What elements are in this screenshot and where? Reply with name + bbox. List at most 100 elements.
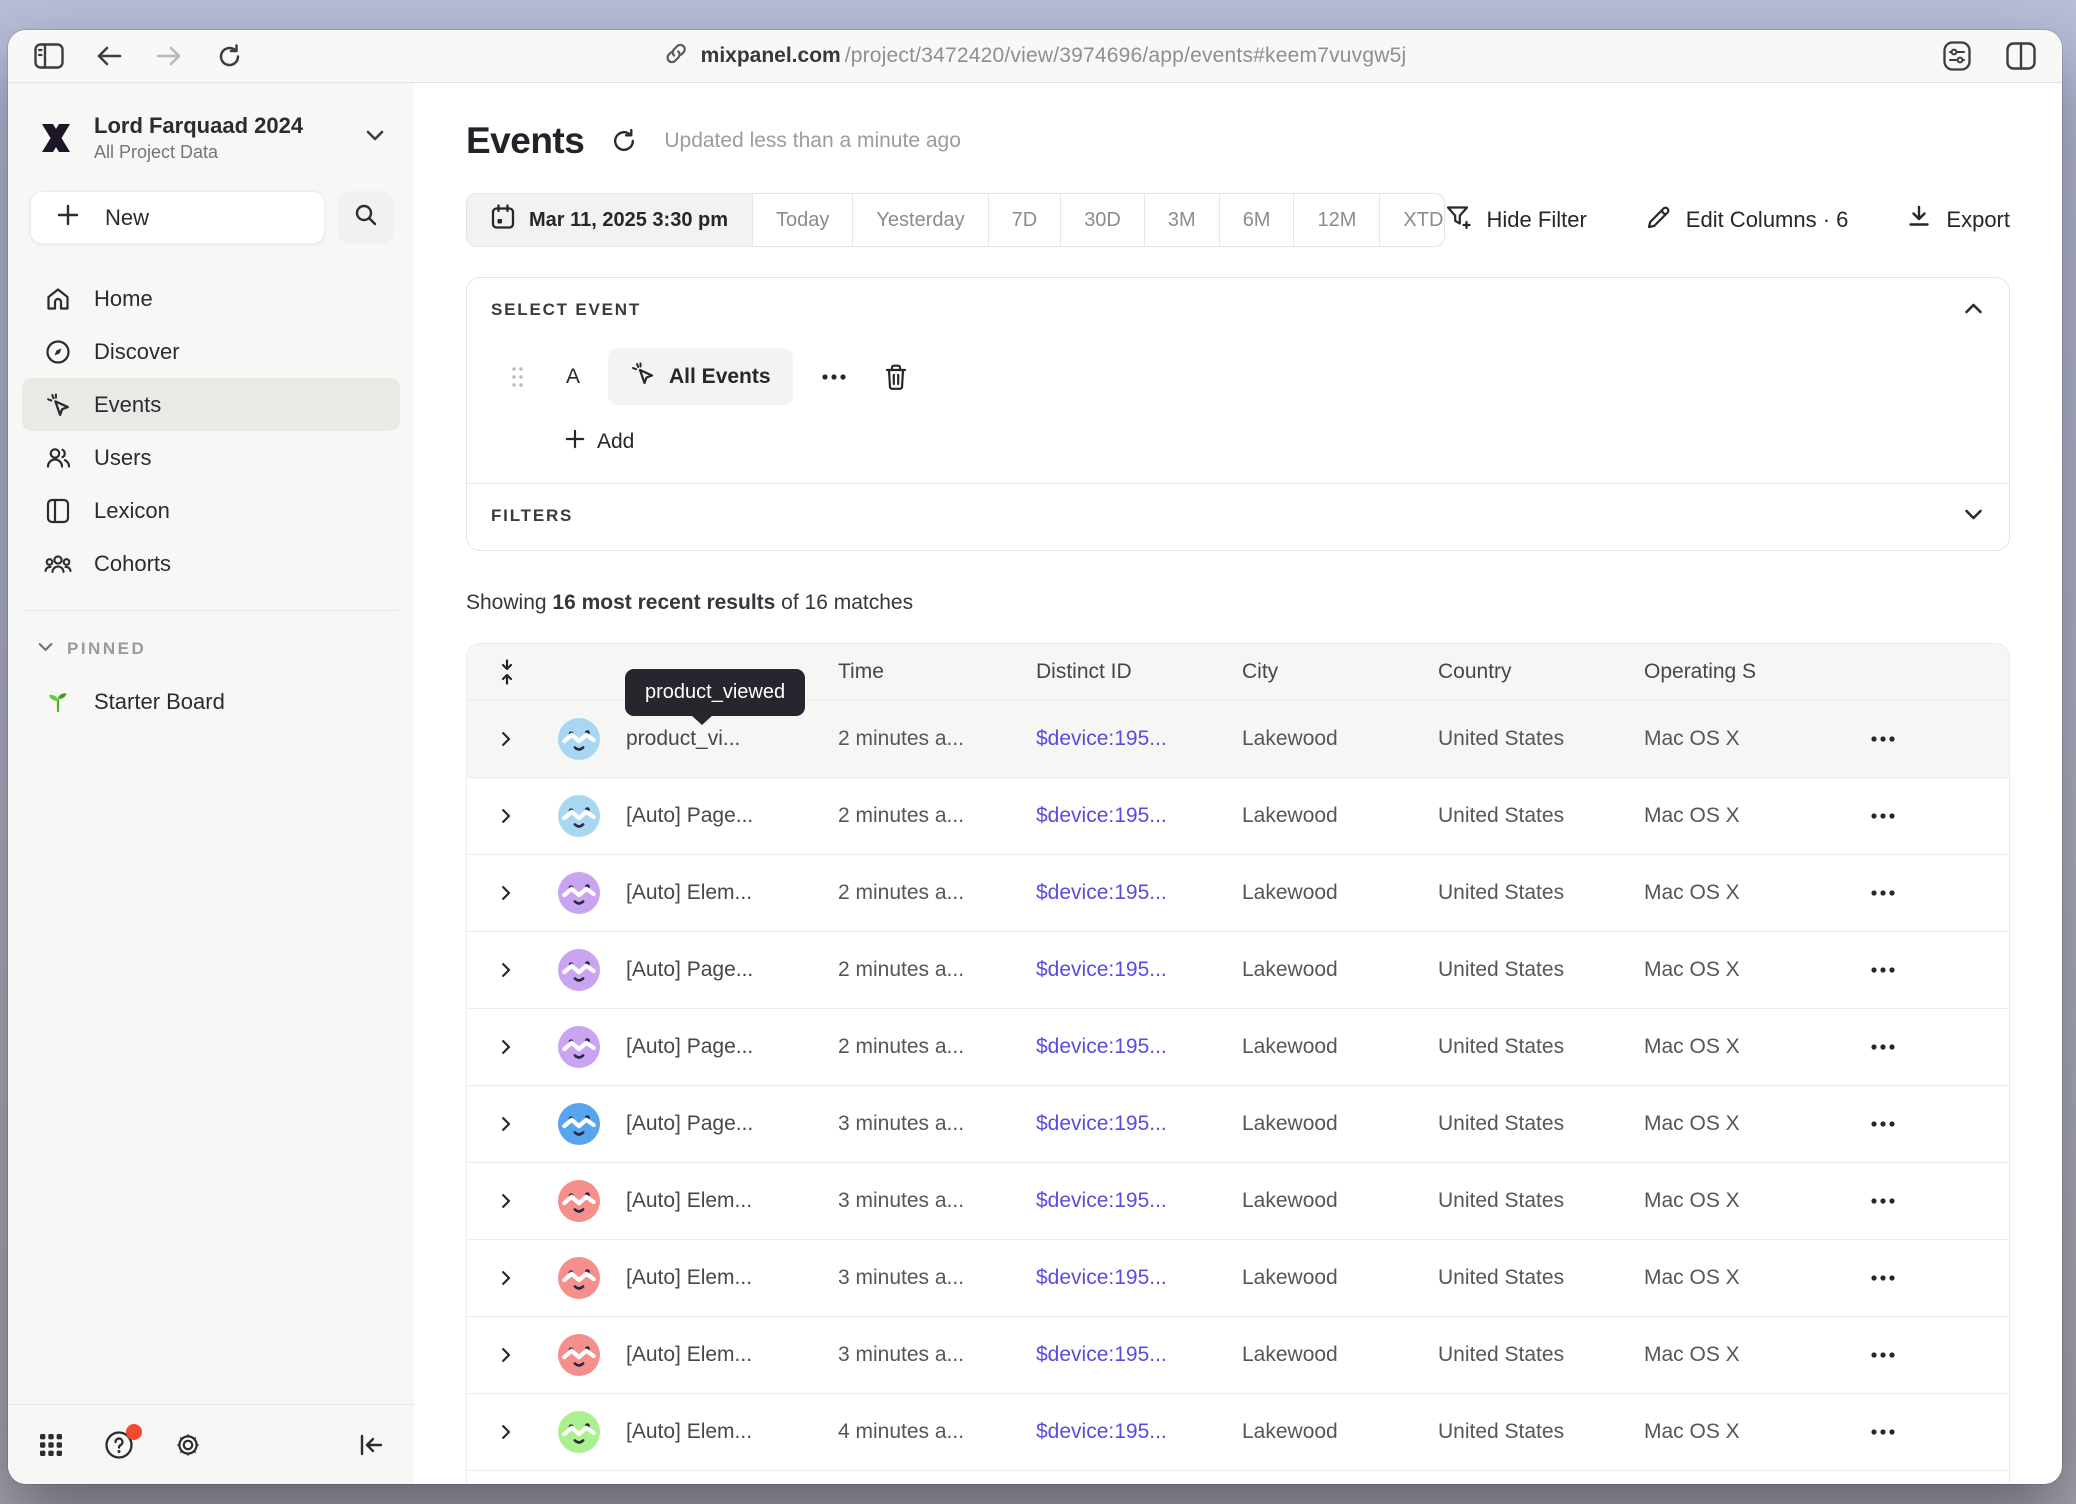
- distinct-id-link[interactable]: $device:195...: [1036, 804, 1242, 828]
- event-name-cell[interactable]: [Auto] Page...: [626, 958, 838, 982]
- row-more-options-icon[interactable]: [1852, 1274, 1896, 1282]
- distinct-id-link[interactable]: $device:195...: [1036, 881, 1242, 905]
- sidebar-item-events[interactable]: Events: [22, 378, 400, 431]
- apps-grid-icon[interactable]: [38, 1432, 64, 1458]
- back-icon[interactable]: [92, 39, 126, 73]
- expand-row-icon[interactable]: [499, 1038, 514, 1056]
- split-view-icon[interactable]: [2004, 39, 2038, 73]
- country-cell: United States: [1438, 1189, 1644, 1213]
- column-header-time[interactable]: Time: [838, 660, 1036, 684]
- expand-row-icon[interactable]: [499, 1115, 514, 1133]
- page-settings-icon[interactable]: [1940, 39, 1974, 73]
- date-xtd-segment[interactable]: XTD: [1379, 194, 1444, 246]
- date-preset-segment[interactable]: 7D: [988, 194, 1061, 246]
- distinct-id-link[interactable]: $device:195...: [1036, 1266, 1242, 1290]
- distinct-id-link[interactable]: $device:195...: [1036, 1420, 1242, 1444]
- row-more-options-icon[interactable]: [1852, 1120, 1896, 1128]
- distinct-id-link[interactable]: $device:195...: [1036, 1343, 1242, 1367]
- event-name-cell[interactable]: [Auto] Elem...: [626, 1343, 838, 1367]
- city-cell: Lakewood: [1242, 1035, 1438, 1059]
- gear-icon[interactable]: [174, 1431, 202, 1459]
- date-preset-segment[interactable]: 6M: [1219, 194, 1294, 246]
- date-current-segment[interactable]: Mar 11, 2025 3:30 pm: [467, 194, 752, 246]
- event-name-cell[interactable]: [Auto] Page...: [626, 804, 838, 828]
- event-name-cell[interactable]: [Auto] Page...: [626, 1035, 838, 1059]
- row-more-options-icon[interactable]: [1852, 966, 1896, 974]
- row-more-options-icon[interactable]: [1852, 1351, 1896, 1359]
- sort-icon[interactable]: [498, 659, 516, 685]
- column-header-city[interactable]: City: [1242, 660, 1438, 684]
- expand-row-icon[interactable]: [499, 961, 514, 979]
- event-name-cell[interactable]: [Auto] Elem...: [626, 1266, 838, 1290]
- sidebar-item-users[interactable]: Users: [22, 431, 400, 484]
- column-header-distinct-id[interactable]: Distinct ID: [1036, 660, 1242, 684]
- column-header-country[interactable]: Country: [1438, 660, 1644, 684]
- sidebar-item-home[interactable]: Home: [22, 272, 400, 325]
- date-preset-segment[interactable]: Today: [752, 194, 852, 246]
- event-name-cell[interactable]: [Auto] Elem...: [626, 1420, 838, 1444]
- expand-row-icon[interactable]: [499, 1346, 514, 1364]
- row-more-options-icon[interactable]: [1852, 735, 1896, 743]
- column-header-os[interactable]: Operating S: [1644, 660, 1852, 684]
- event-selector-chip[interactable]: All Events: [608, 348, 793, 405]
- reload-icon[interactable]: [212, 39, 246, 73]
- forward-icon[interactable]: [152, 39, 186, 73]
- sidebar-item-label: Discover: [94, 339, 180, 365]
- chevron-down-icon[interactable]: [1964, 506, 1983, 528]
- refresh-icon[interactable]: [610, 127, 638, 155]
- drag-handle-icon[interactable]: [511, 366, 524, 388]
- edit-columns-button[interactable]: Edit Columns · 6: [1645, 204, 1849, 237]
- event-name-cell[interactable]: [Auto] Elem...: [626, 1189, 838, 1213]
- row-more-options-icon[interactable]: [1852, 812, 1896, 820]
- table-row: [Auto] Page... 2 minutes a... $device:19…: [467, 931, 2009, 1008]
- collapse-sidebar-icon[interactable]: [358, 1433, 384, 1457]
- hide-filter-button[interactable]: Hide Filter: [1445, 203, 1587, 237]
- expand-row-icon[interactable]: [499, 730, 514, 748]
- help-icon[interactable]: [104, 1430, 134, 1460]
- trash-icon[interactable]: [883, 363, 909, 391]
- sidebar-item-starter-board[interactable]: Starter Board: [22, 675, 400, 728]
- os-cell: Mac OS X: [1644, 1343, 1852, 1367]
- event-name-cell[interactable]: product_vi...: [626, 727, 838, 751]
- os-cell: Mac OS X: [1644, 727, 1852, 751]
- row-more-options-icon[interactable]: [1852, 889, 1896, 897]
- expand-row-icon[interactable]: [499, 1423, 514, 1441]
- updated-status: Updated less than a minute ago: [664, 129, 961, 153]
- address-bar[interactable]: mixpanel.com/project/3472420/view/397469…: [664, 30, 1407, 82]
- sidebar-item-lexicon[interactable]: Lexicon: [22, 484, 400, 537]
- event-name-cell[interactable]: [Auto] Elem...: [626, 881, 838, 905]
- expand-row-icon[interactable]: [499, 1269, 514, 1287]
- event-name-cell[interactable]: [Auto] Page...: [626, 1112, 838, 1136]
- distinct-id-link[interactable]: $device:195...: [1036, 1112, 1242, 1136]
- row-more-options-icon[interactable]: [1852, 1043, 1896, 1051]
- date-preset-segment[interactable]: 30D: [1060, 194, 1144, 246]
- sidebar-toggle-icon[interactable]: [32, 39, 66, 73]
- project-switcher[interactable]: Lord Farquaad 2024 All Project Data: [8, 83, 414, 169]
- country-cell: United States: [1438, 1112, 1644, 1136]
- distinct-id-link[interactable]: $device:195...: [1036, 1189, 1242, 1213]
- country-cell: United States: [1438, 1343, 1644, 1367]
- compass-icon: [44, 339, 72, 365]
- distinct-id-link[interactable]: $device:195...: [1036, 958, 1242, 982]
- distinct-id-link[interactable]: $device:195...: [1036, 1035, 1242, 1059]
- row-more-options-icon[interactable]: [1852, 1197, 1896, 1205]
- expand-row-icon[interactable]: [499, 884, 514, 902]
- expand-row-icon[interactable]: [499, 807, 514, 825]
- chevron-up-icon[interactable]: [1964, 300, 1983, 322]
- date-preset-segment[interactable]: Yesterday: [852, 194, 987, 246]
- new-button[interactable]: New: [30, 191, 325, 244]
- distinct-id-link[interactable]: $device:195...: [1036, 727, 1242, 751]
- row-more-options-icon[interactable]: [1852, 1428, 1896, 1436]
- add-event-button[interactable]: Add: [565, 429, 634, 455]
- date-preset-segment[interactable]: 3M: [1144, 194, 1219, 246]
- chevron-down-icon: [38, 639, 53, 659]
- more-options-icon[interactable]: [821, 373, 847, 381]
- pinned-section-toggle[interactable]: PINNED: [8, 631, 414, 665]
- sidebar-item-cohorts[interactable]: Cohorts: [22, 537, 400, 590]
- export-button[interactable]: Export: [1906, 204, 2010, 236]
- search-button[interactable]: [338, 191, 394, 244]
- date-preset-segment[interactable]: 12M: [1293, 194, 1379, 246]
- sidebar-nav: Home Discover Events Users Lexicon: [8, 258, 414, 590]
- sidebar-item-discover[interactable]: Discover: [22, 325, 400, 378]
- expand-row-icon[interactable]: [499, 1192, 514, 1210]
